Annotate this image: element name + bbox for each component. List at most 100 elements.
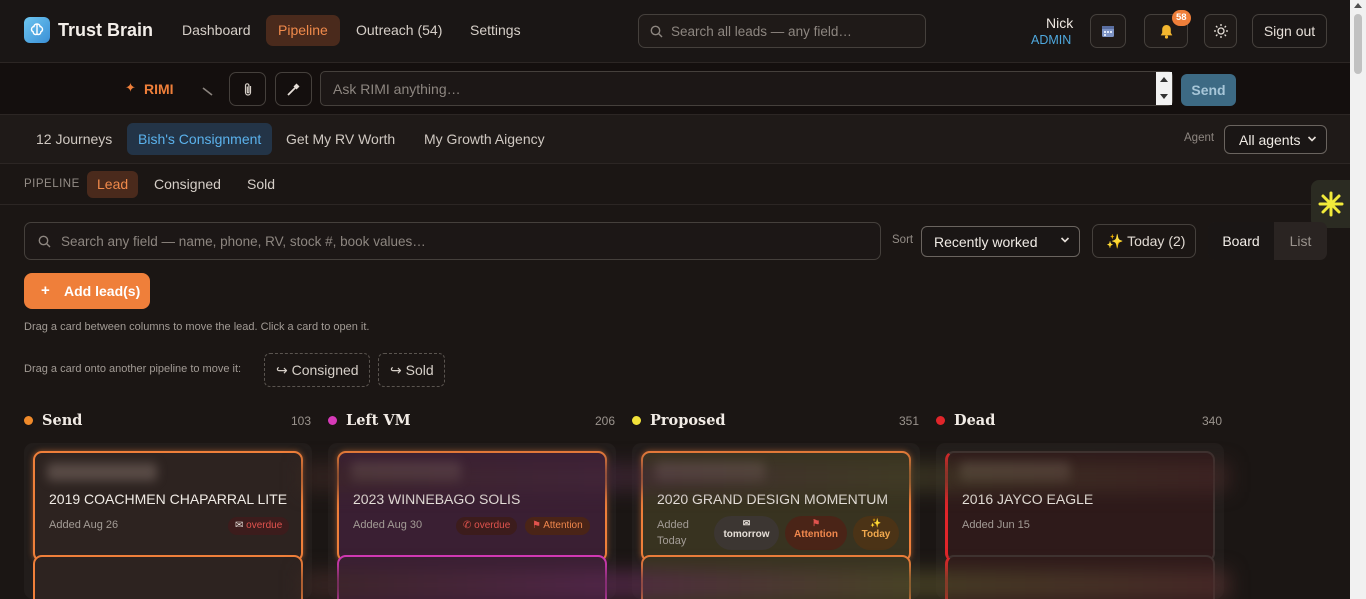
nav-pipeline[interactable]: Pipeline (266, 15, 340, 46)
theme-toggle-button[interactable] (1204, 14, 1237, 48)
status-dot (328, 416, 337, 425)
journey-tab-bishs-consignment[interactable]: Bish's Consignment (127, 123, 273, 155)
chevron-down-icon (1060, 237, 1070, 243)
column-header-dead: Dead 340 (936, 410, 1224, 432)
today-badge: ✨ Today (853, 516, 899, 550)
rimi-input-spinner[interactable] (1156, 72, 1172, 105)
lead-card[interactable] (33, 555, 303, 599)
search-icon (650, 25, 663, 38)
column-count: 206 (595, 414, 616, 428)
sign-out-button[interactable]: Sign out (1252, 14, 1327, 48)
sun-icon (1213, 24, 1228, 38)
lead-card-title: 2020 GRAND DESIGN MOMENTUM (657, 491, 889, 507)
add-lead-label: Add lead(s) (64, 283, 141, 299)
agent-select-value: All agents (1239, 132, 1301, 148)
column-title: Send (42, 412, 83, 429)
lead-card[interactable]: 2019 COACHMEN CHAPARRAL LITE Added Aug 2… (33, 451, 303, 562)
journey-tab-12-journeys[interactable]: 12 Journeys (25, 123, 123, 155)
lead-card-title: 2016 JAYCO EAGLE (962, 491, 1094, 507)
status-dot (632, 416, 641, 425)
attention-badge: ⚑ Attention (785, 516, 847, 550)
nav-dashboard[interactable]: Dashboard (170, 15, 263, 46)
redirect-arrow-icon: ↪ (390, 362, 402, 378)
column-title: Left VM (346, 412, 411, 429)
app-name[interactable]: Trust Brain (58, 20, 153, 41)
attention-badge: ⚑ Attention (525, 517, 590, 535)
lead-card-added: Added (657, 519, 689, 531)
rimi-input[interactable]: Ask RIMI anything… (320, 71, 1173, 106)
today-filter-button[interactable]: ✨ Today (2) (1092, 224, 1196, 258)
lead-card-added: Added Aug 26 (49, 519, 119, 531)
wand-icon[interactable] (202, 84, 214, 96)
envelope-icon: ✉ (742, 518, 751, 528)
lead-search-input[interactable]: Search any field — name, phone, RV, stoc… (24, 222, 881, 260)
top-bar: Trust Brain Dashboard Pipeline Outreach … (0, 0, 1350, 63)
scroll-up-arrow-icon[interactable] (1354, 3, 1362, 8)
view-list-button[interactable]: List (1274, 222, 1327, 260)
user-name: Nick (1046, 15, 1074, 31)
nav-outreach[interactable]: Outreach (54) (344, 15, 454, 46)
redaction-band (300, 462, 1230, 492)
column-count: 351 (899, 414, 920, 428)
global-search-input[interactable]: Search all leads — any field… (638, 14, 926, 48)
pipeline-bar: PIPELINE Lead Consigned Sold (0, 164, 1350, 205)
status-dot (936, 416, 945, 425)
column-send: 2019 COACHMEN CHAPARRAL LITE Added Aug 2… (24, 443, 312, 599)
column-count: 340 (1202, 414, 1223, 428)
journey-tab-my-growth-aigency[interactable]: My Growth Aigency (413, 123, 556, 155)
sparkle-icon: ✦ (125, 80, 136, 95)
nav-settings[interactable]: Settings (458, 15, 533, 46)
add-lead-button[interactable]: + Add lead(s) (24, 273, 150, 309)
pipeline-tab-consigned[interactable]: Consigned (144, 171, 231, 198)
overdue-badge: ✆ overdue (456, 517, 518, 535)
assistant-widget-button[interactable] (1311, 180, 1350, 228)
phone-icon: ✆ (463, 520, 475, 531)
move-to-consigned-target[interactable]: ↪ Consigned (264, 353, 370, 387)
agent-label: Agent (1184, 132, 1215, 144)
calendar-icon (1102, 26, 1114, 37)
view-board-button[interactable]: Board (1208, 222, 1274, 260)
move-sold-label: Sold (405, 362, 434, 378)
asterisk-icon (1318, 191, 1343, 217)
calendar-button[interactable] (1090, 14, 1126, 48)
scroll-thumb[interactable] (1354, 14, 1362, 74)
lead-card-title: 2019 COACHMEN CHAPARRAL LITE (49, 491, 288, 507)
rimi-send-button[interactable]: Send (1181, 74, 1236, 106)
sparkles-icon: ✨ (1106, 233, 1124, 249)
global-search-placeholder: Search all leads — any field… (671, 24, 852, 39)
envelope-icon: ✉ (235, 520, 247, 531)
pipeline-label: PIPELINE (24, 178, 80, 190)
column-count: 103 (291, 414, 312, 428)
column-header-send: Send 103 (24, 410, 312, 432)
lead-card-title: 2023 WINNEBAGO SOLIS (353, 491, 521, 507)
page-scrollbar[interactable] (1350, 0, 1366, 599)
journey-tab-get-my-rv-worth[interactable]: Get My RV Worth (275, 123, 406, 155)
journeys-bar: 12 Journeys Bish's Consignment Get My RV… (0, 115, 1350, 164)
move-consigned-label: Consigned (291, 362, 359, 378)
column-title: Dead (954, 412, 996, 429)
sparkles-icon: ✨ (870, 518, 882, 528)
brain-logo-icon[interactable] (24, 17, 50, 43)
lead-card-added: Added Jun 15 (962, 519, 1030, 531)
redirect-arrow-icon: ↪ (276, 362, 288, 378)
move-to-sold-target[interactable]: ↪ Sold (378, 353, 445, 387)
bell-icon (1160, 24, 1172, 39)
user-role: ADMIN (1031, 33, 1072, 47)
flag-icon: ⚑ (532, 520, 544, 531)
attach-button[interactable] (229, 72, 266, 106)
overdue-badge: ✉ overdue (228, 517, 290, 535)
tools-button[interactable] (275, 72, 312, 106)
today-filter-label: Today (2) (1127, 233, 1186, 249)
agent-select[interactable]: All agents (1224, 125, 1327, 154)
sort-select[interactable]: Recently worked (921, 226, 1080, 257)
hammer-icon (287, 83, 300, 96)
pipeline-tab-lead[interactable]: Lead (87, 171, 139, 198)
lead-card-added: Added Aug 30 (353, 519, 423, 531)
pipeline-tab-sold[interactable]: Sold (237, 171, 285, 198)
paperclip-icon (244, 82, 251, 96)
column-title: Proposed (650, 412, 726, 429)
plus-icon: + (41, 282, 50, 299)
redacted-name (47, 463, 157, 481)
view-toggle: Board List (1208, 222, 1327, 260)
rimi-input-placeholder: Ask RIMI anything… (333, 81, 461, 97)
